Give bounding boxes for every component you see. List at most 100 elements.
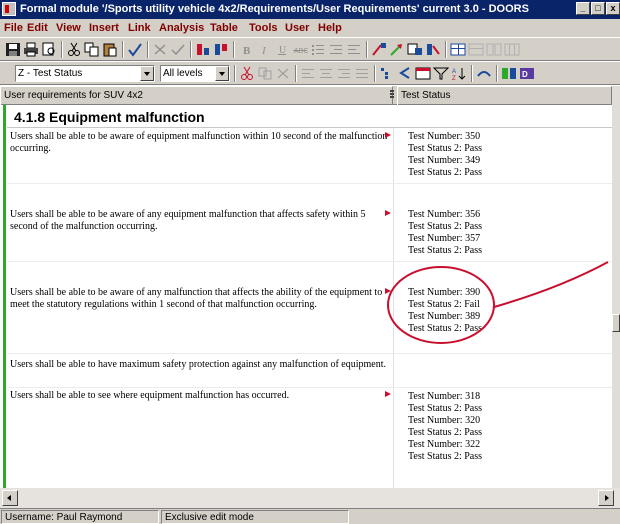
menu-tools[interactable]: Tools — [249, 22, 278, 34]
table-insert-icon[interactable] — [468, 42, 484, 57]
test-result: Test Status 2: Pass — [408, 221, 483, 232]
requirement-text[interactable]: Users shall be able to be aware of any m… — [10, 287, 388, 311]
maximize-button[interactable]: □ — [591, 2, 605, 15]
menu-link[interactable]: Link — [128, 22, 151, 34]
test-status-cell[interactable]: Test Number: 350 Test Status 2: Pass Tes… — [408, 131, 482, 179]
requirement-text[interactable]: Users shall be able to be aware of equip… — [10, 131, 388, 155]
test-status-cell[interactable]: Test Number: 390 Test Status 2: Fail Tes… — [408, 287, 482, 335]
scrollbar-thumb[interactable] — [612, 314, 620, 332]
italic-icon[interactable]: I — [256, 42, 272, 57]
copy-object-icon[interactable] — [257, 66, 273, 81]
scroll-left-icon[interactable] — [2, 490, 18, 506]
menu-view[interactable]: View — [56, 22, 81, 34]
change-bar — [3, 105, 6, 488]
confirm-icon[interactable] — [170, 42, 186, 57]
column-header-main[interactable]: User requirements for SUV 4x2 — [0, 86, 393, 105]
test-number: Test Number: 356 — [408, 209, 481, 220]
paste-icon[interactable] — [102, 42, 118, 57]
menu-help[interactable]: Help — [318, 22, 342, 34]
table-icon[interactable] — [450, 42, 466, 57]
menu-user[interactable]: User — [285, 22, 309, 34]
insert-below-icon[interactable] — [213, 42, 229, 57]
delete-link-icon[interactable] — [425, 42, 441, 57]
menu-edit[interactable]: Edit — [27, 22, 48, 34]
zoom-icon[interactable] — [476, 66, 492, 81]
print-preview-icon[interactable] — [41, 42, 57, 57]
view-select[interactable]: Z - Test Status — [15, 65, 155, 82]
test-number: Test Number: 318 — [408, 391, 481, 402]
print-icon[interactable] — [23, 42, 39, 57]
column-divider — [393, 128, 394, 488]
underline-icon[interactable]: U — [274, 42, 290, 57]
scroll-right-icon[interactable] — [598, 490, 614, 506]
main-toolbar: B I U ABC — [0, 37, 620, 61]
chevron-down-icon[interactable] — [140, 66, 154, 81]
outline-icon[interactable] — [379, 66, 395, 81]
row-divider — [7, 353, 612, 354]
toolbar-separator — [61, 41, 63, 58]
menu-analysis[interactable]: Analysis — [159, 22, 204, 34]
view-icon[interactable] — [415, 66, 431, 81]
spell-check-icon[interactable] — [127, 42, 143, 57]
column-resize-grip-icon[interactable] — [390, 90, 394, 101]
back-arrow-icon[interactable] — [397, 66, 413, 81]
vertical-scrollbar[interactable] — [612, 86, 620, 488]
align-left-icon[interactable] — [300, 66, 316, 81]
bullet-list-icon[interactable] — [310, 42, 326, 57]
menu-table[interactable]: Table — [210, 22, 238, 34]
level-select[interactable]: All levels — [160, 65, 230, 82]
minimize-button[interactable]: _ — [576, 2, 590, 15]
menu-insert[interactable]: Insert — [89, 22, 119, 34]
requirement-text[interactable]: Users shall be able to see where equipme… — [10, 390, 388, 402]
insert-object-icon[interactable] — [195, 42, 211, 57]
layout-icon[interactable] — [501, 66, 517, 81]
level-select-value: All levels — [163, 68, 203, 79]
doors-app-icon[interactable] — [2, 2, 16, 16]
view-select-value: Z - Test Status — [18, 68, 83, 79]
column-header-test-status[interactable]: Test Status — [397, 86, 612, 105]
chevron-down-icon[interactable] — [215, 66, 229, 81]
window-title-bar[interactable]: Formal module '/Sports utility vehicle 4… — [0, 0, 620, 19]
section-heading[interactable]: 4.1.8 Equipment malfunction — [14, 109, 205, 125]
requirement-text[interactable]: Users shall be able to be aware of any e… — [10, 209, 388, 233]
save-icon[interactable] — [5, 42, 21, 57]
test-result: Test Status 2: Pass — [408, 245, 483, 256]
close-button[interactable]: x — [606, 2, 620, 15]
cut-icon[interactable] — [66, 42, 82, 57]
justify-icon[interactable] — [354, 66, 370, 81]
view-toolbar: Z - Test Status All levels AZ D — [0, 61, 620, 85]
test-status-cell[interactable]: Test Number: 318 Test Status 2: Pass Tes… — [408, 391, 482, 463]
align-center-icon[interactable] — [318, 66, 334, 81]
menu-file[interactable]: File — [4, 22, 23, 34]
indent-icon[interactable] — [346, 42, 362, 57]
document-body: 4.1.8 Equipment malfunction Users shall … — [0, 105, 612, 488]
table-split-icon[interactable] — [486, 42, 502, 57]
toolbar-separator — [496, 65, 498, 82]
filter-icon[interactable] — [433, 66, 449, 81]
follow-link-icon[interactable] — [389, 42, 405, 57]
sort-icon[interactable]: AZ — [451, 66, 467, 81]
outdent-icon[interactable] — [328, 42, 344, 57]
divider — [7, 127, 612, 128]
strikethrough-icon[interactable]: ABC — [292, 42, 308, 57]
paste-object-icon[interactable] — [275, 66, 291, 81]
horizontal-scrollbar[interactable] — [0, 488, 620, 508]
menu-bar: File Edit View Insert Link Analysis Tabl… — [0, 19, 620, 37]
dxl-icon[interactable]: D — [519, 66, 535, 81]
test-result: Test Status 2: Pass — [408, 403, 483, 414]
create-link-icon[interactable] — [371, 42, 387, 57]
toolbar-separator — [374, 65, 376, 82]
test-result: Test Status 2: Fail — [408, 299, 480, 310]
row-divider — [7, 261, 612, 262]
copy-icon[interactable] — [84, 42, 100, 57]
bold-icon[interactable]: B — [238, 42, 254, 57]
cut-object-icon[interactable] — [239, 66, 255, 81]
cancel-icon[interactable] — [152, 42, 168, 57]
test-status-cell[interactable]: Test Number: 356 Test Status 2: Pass Tes… — [408, 209, 482, 257]
requirement-text[interactable]: Users shall be able to have maximum safe… — [10, 359, 388, 371]
test-number: Test Number: 349 — [408, 155, 481, 166]
link-properties-icon[interactable] — [407, 42, 423, 57]
align-right-icon[interactable] — [336, 66, 352, 81]
flag-icon — [385, 132, 391, 138]
table-grid-icon[interactable] — [504, 42, 520, 57]
